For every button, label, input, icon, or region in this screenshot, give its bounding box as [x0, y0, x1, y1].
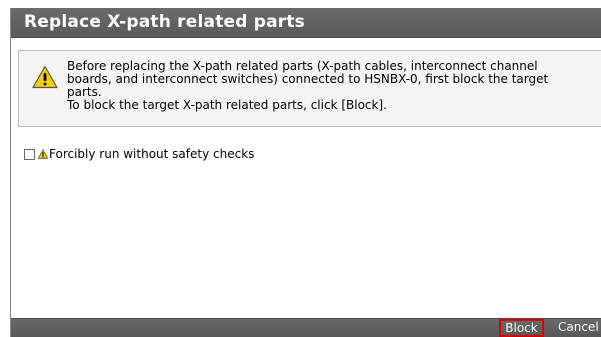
- dialog-titlebar: Replace X-path related parts: [11, 8, 601, 38]
- force-run-option[interactable]: Forcibly run without safety checks: [24, 146, 254, 162]
- warning-line: boards, and interconnect switches) conne…: [67, 72, 549, 86]
- warning-triangle-icon: [32, 65, 58, 89]
- small-warning-icon: [38, 148, 48, 159]
- cancel-button[interactable]: Cancel: [557, 319, 601, 337]
- force-run-label: Forcibly run without safety checks: [49, 147, 255, 161]
- warning-message-text: Before replacing the X-path related part…: [67, 60, 597, 112]
- warning-line: To block the target X-path related parts…: [67, 98, 387, 112]
- force-run-checkbox[interactable]: [24, 148, 35, 160]
- dialog-footer: Block Cancel: [11, 318, 601, 337]
- block-button[interactable]: Block: [499, 319, 544, 337]
- dialog-title: Replace X-path related parts: [24, 12, 306, 32]
- replace-xpath-dialog: Replace X-path related parts Before repl…: [10, 8, 601, 337]
- warning-message-box: Before replacing the X-path related part…: [18, 50, 601, 127]
